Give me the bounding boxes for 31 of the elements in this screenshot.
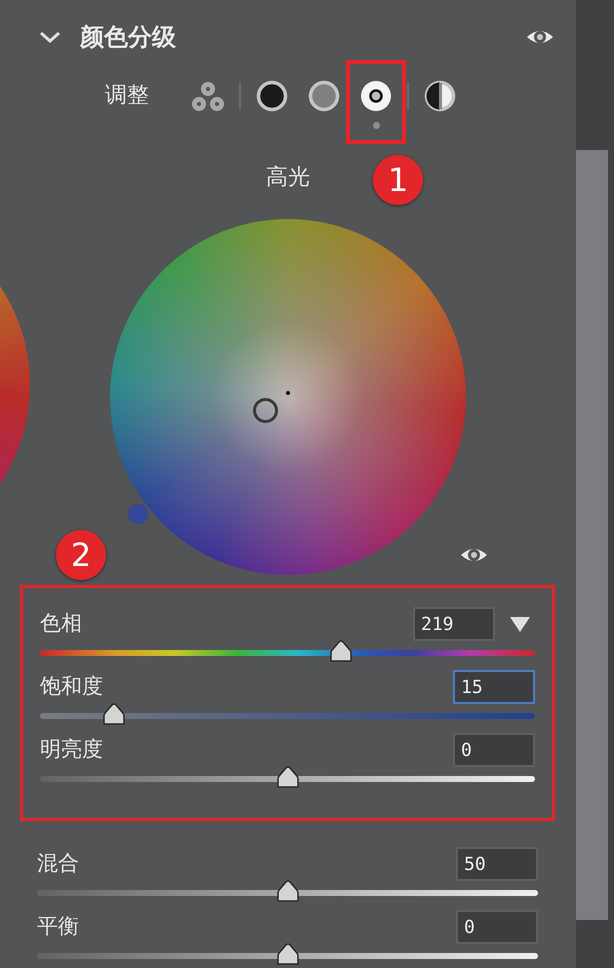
callout-badge: 2 <box>56 530 106 580</box>
center-mark <box>286 391 290 395</box>
adjust-label: 调整 <box>105 82 149 110</box>
value-field[interactable]: 0 <box>453 733 535 767</box>
wheel-handle[interactable] <box>253 398 278 423</box>
slider-thumb[interactable] <box>328 640 353 662</box>
slider-track[interactable] <box>40 766 535 788</box>
slider-track[interactable] <box>37 880 538 902</box>
chevron-icon[interactable] <box>38 29 62 45</box>
value-field[interactable]: 0 <box>456 910 538 944</box>
slider-thumb[interactable] <box>276 943 300 965</box>
slider-label: 色相 <box>40 610 82 638</box>
slider-track[interactable] <box>40 703 535 725</box>
slider-label: 明亮度 <box>40 736 103 764</box>
value-field[interactable]: 219 <box>413 607 495 641</box>
wheel-title: 高光 <box>266 166 310 190</box>
slider-label: 混合 <box>37 850 79 878</box>
dropdown-triangle-icon[interactable] <box>509 615 531 633</box>
slider-label: 平衡 <box>37 913 79 940</box>
slider-track[interactable] <box>37 943 538 965</box>
panel-title: 颜色分级 <box>80 22 176 53</box>
value-field[interactable]: 50 <box>456 847 538 881</box>
slider-thumb[interactable] <box>276 766 300 788</box>
slider-label: 饱和度 <box>40 673 103 700</box>
slider-thumb[interactable] <box>102 703 126 725</box>
scrollbar-thumb[interactable] <box>576 150 608 920</box>
slider-thumb[interactable] <box>276 880 300 902</box>
slider-track[interactable] <box>40 640 535 662</box>
value-field[interactable]: 15 <box>453 670 535 704</box>
hue-handle[interactable] <box>128 504 148 524</box>
callout-badge: 1 <box>373 155 423 205</box>
